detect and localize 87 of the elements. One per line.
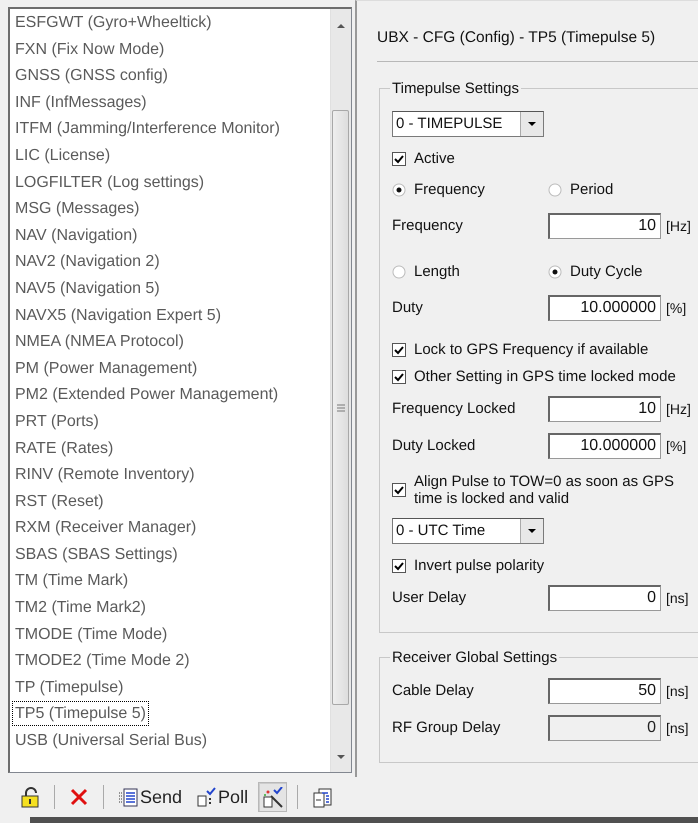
checkbox-label: Active bbox=[414, 150, 455, 167]
input-field[interactable]: 10 bbox=[548, 212, 661, 238]
poll-button[interactable]: Poll bbox=[192, 782, 252, 812]
input-field[interactable]: 0 bbox=[548, 584, 661, 610]
radio-label: Period bbox=[570, 181, 614, 198]
unit-label: [ns] bbox=[666, 590, 689, 606]
list-item[interactable]: TM (Time Mark) bbox=[12, 567, 132, 594]
unit-label: [%] bbox=[666, 300, 686, 316]
list-item[interactable]: TP5 (Timepulse 5) bbox=[12, 701, 149, 726]
list-item[interactable]: TMODE2 (Time Mode 2) bbox=[12, 647, 193, 674]
radio-label: Duty Cycle bbox=[570, 263, 643, 280]
field-label: RF Group Delay bbox=[392, 719, 502, 736]
list-item[interactable]: NAV2 (Navigation 2) bbox=[12, 248, 163, 275]
send-button[interactable]: Send bbox=[114, 782, 186, 812]
checkbox-label: Lock to GPS Frequency if available bbox=[414, 341, 648, 358]
scrollbar[interactable] bbox=[330, 9, 351, 772]
radio-label: Frequency bbox=[414, 181, 485, 198]
checkbox[interactable] bbox=[392, 558, 406, 572]
unit-label: [%] bbox=[666, 438, 686, 454]
list-item[interactable]: RATE (Rates) bbox=[12, 434, 116, 462]
wand-icon bbox=[262, 786, 284, 808]
list-item[interactable]: LIC (License) bbox=[12, 142, 114, 169]
dropdown[interactable]: 0 - TIMEPULSE bbox=[392, 111, 544, 137]
list-item[interactable]: NAV (Navigation) bbox=[12, 222, 140, 248]
radio-button[interactable] bbox=[392, 182, 406, 196]
input-field[interactable]: 10.000000 bbox=[548, 294, 661, 320]
list-item[interactable]: USB (Universal Serial Bus) bbox=[12, 727, 210, 754]
unit-label: [ns] bbox=[666, 682, 689, 698]
dropdown[interactable]: 0 - UTC Time bbox=[392, 518, 544, 544]
unit-label: [Hz] bbox=[666, 400, 691, 416]
document-icon bbox=[118, 786, 138, 808]
list-item[interactable]: ESFGWT (Gyro+Wheeltick) bbox=[12, 9, 215, 36]
autopoll-button[interactable] bbox=[258, 782, 288, 812]
list-item[interactable]: TM2 (Time Mark2) bbox=[12, 594, 149, 621]
checkbox[interactable] bbox=[392, 152, 406, 166]
list-item[interactable]: RXM (Receiver Manager) bbox=[12, 514, 200, 541]
list-item[interactable]: NAV5 (Navigation 5) bbox=[12, 274, 163, 302]
list-item[interactable]: FXN (Fix Now Mode) bbox=[12, 36, 168, 62]
radio-button[interactable] bbox=[392, 264, 406, 278]
list-item[interactable]: GNSS (GNSS config) bbox=[12, 62, 171, 89]
input-field[interactable]: 50 bbox=[548, 678, 661, 704]
list-item[interactable]: RST (Reset) bbox=[12, 488, 107, 514]
list-item[interactable]: NAVX5 (Navigation Expert 5) bbox=[12, 302, 224, 328]
list-item[interactable]: LOGFILTER (Log settings) bbox=[12, 168, 208, 196]
scroll-down-icon bbox=[336, 754, 346, 760]
panel-title: UBX - CFG (Config) - TP5 (Timepulse 5) bbox=[376, 28, 656, 48]
padlock-icon bbox=[20, 786, 40, 808]
scroll-thumb[interactable] bbox=[332, 110, 349, 705]
radio-button[interactable] bbox=[548, 182, 562, 196]
list-item[interactable]: PRT (Ports) bbox=[12, 408, 102, 434]
document-check-icon bbox=[196, 786, 216, 808]
unit-label: [ns] bbox=[666, 720, 689, 736]
radio-button[interactable] bbox=[548, 264, 562, 278]
input-field[interactable]: 10 bbox=[548, 396, 661, 422]
field-label: Duty Locked bbox=[392, 437, 476, 454]
documents-icon bbox=[312, 786, 334, 808]
list-item[interactable]: NMEA (NMEA Protocol) bbox=[12, 328, 187, 355]
delete-icon bbox=[69, 787, 89, 807]
dropdown-arrow-icon bbox=[527, 528, 537, 534]
list-item[interactable]: SBAS (SBAS Settings) bbox=[12, 540, 181, 568]
checkbox-label: Align Pulse to TOW=0 as soon as GPS time is locked and valid bbox=[414, 473, 675, 507]
list-item[interactable]: ITFM (Jamming/Interference Monitor) bbox=[12, 115, 283, 142]
field-label: User Delay bbox=[392, 589, 468, 606]
grip-icon bbox=[336, 404, 344, 412]
input-field[interactable]: 10.000000 bbox=[548, 432, 661, 458]
radio-label: Length bbox=[414, 263, 460, 280]
checkbox[interactable] bbox=[392, 483, 406, 497]
scroll-up-icon bbox=[336, 23, 346, 29]
unit-label: [Hz] bbox=[666, 218, 691, 234]
list-item[interactable]: RINV (Remote Inventory) bbox=[12, 461, 198, 488]
group-title: Receiver Global Settings bbox=[391, 649, 558, 666]
field-label: Duty bbox=[392, 299, 424, 316]
checkbox[interactable] bbox=[392, 342, 406, 356]
list-item[interactable]: TP (Timepulse) bbox=[12, 674, 126, 700]
field-label: Frequency bbox=[392, 217, 464, 234]
list-item[interactable]: TMODE (Time Mode) bbox=[12, 620, 170, 648]
dropdown-arrow-icon bbox=[527, 121, 537, 127]
checkbox-label: Other Setting in GPS time locked mode bbox=[414, 368, 676, 385]
group-title: Timepulse Settings bbox=[391, 80, 520, 97]
checkbox[interactable] bbox=[392, 370, 406, 384]
list-item[interactable]: MSG (Messages) bbox=[12, 195, 142, 222]
list-item[interactable]: PM (Power Management) bbox=[12, 354, 200, 382]
checkbox-label: Invert pulse polarity bbox=[414, 557, 544, 574]
list-item[interactable]: PM2 (Extended Power Management) bbox=[12, 381, 282, 408]
list-item[interactable]: INF (InfMessages) bbox=[12, 88, 150, 116]
field-label: Cable Delay bbox=[392, 682, 475, 699]
field-label: Frequency Locked bbox=[392, 400, 516, 417]
